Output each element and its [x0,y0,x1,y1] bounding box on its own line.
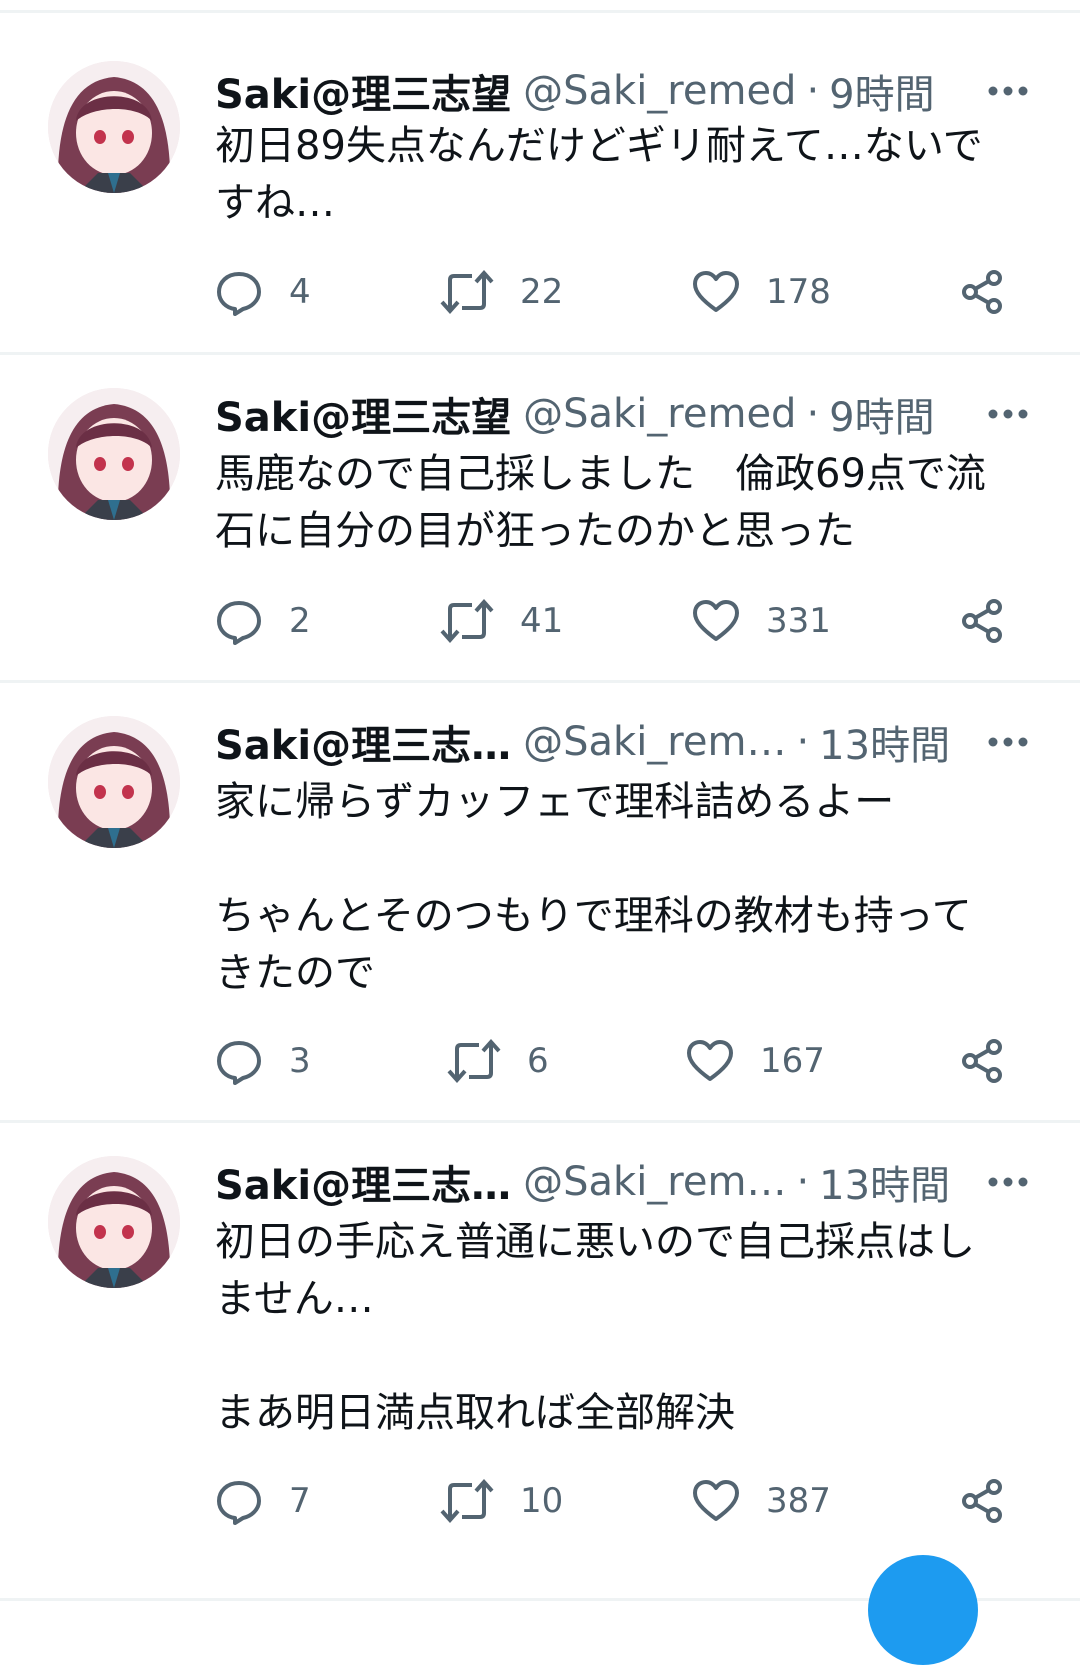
tweet-actions: 4 22 178 [215,262,1035,322]
share-button[interactable] [960,591,1004,651]
user-handle[interactable]: @Saki_remed [523,391,796,437]
like-count: 387 [766,1481,831,1521]
display-name[interactable]: Saki@理三志望 [215,385,511,443]
like-button[interactable]: 387 [692,1471,831,1531]
tweet-actions: 3 6 167 [215,1031,1035,1091]
retweet-count: 22 [520,272,564,312]
timestamp[interactable]: 9時間 [829,62,934,120]
tweet-text: 初日の手応え普通に悪いので自己採点はし ません… まあ明日満点取れば全部解決 [215,1219,975,1436]
reply-count: 3 [289,1041,311,1081]
like-count: 167 [760,1041,825,1081]
more-icon[interactable] [986,392,1030,436]
reply-button[interactable]: 4 [215,262,311,322]
share-icon [960,1038,1004,1084]
retweet-count: 41 [520,601,564,641]
heart-icon [692,1479,740,1523]
more-icon[interactable] [986,1160,1030,1204]
tweet-text: 初日89失点なんだけどギリ耐えて…ないで すね… [215,123,983,226]
tweet-actions: 2 41 331 [215,591,1035,651]
share-icon [960,1478,1004,1524]
tweet-header: Saki@理三志… @Saki_rem… · 13時間 [215,1152,1010,1212]
share-button[interactable] [960,1471,1004,1531]
user-handle[interactable]: @Saki_rem… [523,1159,786,1205]
retweet-button[interactable]: 22 [440,262,563,322]
display-name[interactable]: Saki@理三志… [215,1153,511,1211]
tweet-3[interactable]: Saki@理三志… @Saki_rem… · 13時間 家に帰らずカッフェで理科… [0,683,1080,1123]
retweet-count: 10 [520,1481,564,1521]
tweet-2[interactable]: Saki@理三志望 @Saki_remed · 9時間 馬鹿なので自己採しました… [0,355,1080,683]
reply-button[interactable]: 7 [215,1471,311,1531]
avatar[interactable] [48,388,180,520]
display-name[interactable]: Saki@理三志… [215,713,511,771]
like-button[interactable]: 331 [692,591,831,651]
reply-count: 7 [289,1481,311,1521]
reply-icon [215,1477,263,1525]
reply-button[interactable]: 3 [215,1031,311,1091]
tweet-text: 家に帰らずカッフェで理科詰めるよー ちゃんとそのつもりで理科の教材も持って きた… [215,779,972,996]
share-icon [960,269,1004,315]
compose-fab-button[interactable] [868,1555,978,1665]
retweet-icon [440,599,494,643]
tweet-header: Saki@理三志望 @Saki_remed · 9時間 [215,61,1010,121]
tweet-actions: 7 10 387 [215,1471,1035,1531]
separator-dot: · [796,1159,810,1205]
tweet-1[interactable]: Saki@理三志望 @Saki_remed · 9時間 初日89失点なんだけどギ… [0,13,1080,355]
timestamp[interactable]: 13時間 [819,1153,950,1211]
like-button[interactable]: 167 [686,1031,825,1091]
heart-icon [692,599,740,643]
timestamp[interactable]: 9時間 [829,385,934,443]
share-button[interactable] [960,1031,1004,1091]
display-name[interactable]: Saki@理三志望 [215,62,511,120]
retweet-button[interactable]: 6 [447,1031,549,1091]
retweet-button[interactable]: 10 [440,1471,563,1531]
reply-count: 2 [289,601,311,641]
user-handle[interactable]: @Saki_remed [523,68,796,114]
retweet-icon [447,1039,501,1083]
share-icon [960,598,1004,644]
heart-icon [686,1039,734,1083]
reply-icon [215,268,263,316]
reply-icon [215,597,263,645]
separator-dot: · [796,719,810,765]
like-button[interactable]: 178 [692,262,831,322]
tweet-4[interactable]: Saki@理三志… @Saki_rem… · 13時間 初日の手応え普通に悪いの… [0,1123,1080,1601]
reply-icon [215,1037,263,1085]
avatar[interactable] [48,716,180,848]
separator-dot: · [806,391,820,437]
heart-icon [692,270,740,314]
separator-dot: · [806,68,820,114]
avatar[interactable] [48,61,180,193]
share-button[interactable] [960,262,1004,322]
tweet-header: Saki@理三志… @Saki_rem… · 13時間 [215,712,1010,772]
tweet-header: Saki@理三志望 @Saki_remed · 9時間 [215,384,1010,444]
like-count: 178 [766,272,831,312]
retweet-icon [440,270,494,314]
retweet-button[interactable]: 41 [440,591,563,651]
user-handle[interactable]: @Saki_rem… [523,719,786,765]
timestamp[interactable]: 13時間 [819,713,950,771]
like-count: 331 [766,601,831,641]
reply-count: 4 [289,272,311,312]
retweet-icon [440,1479,494,1523]
more-icon[interactable] [986,720,1030,764]
tweet-text: 馬鹿なので自己採しました 倫政69点で流 石に自分の目が狂ったのかと思った [215,451,986,554]
avatar[interactable] [48,1156,180,1288]
more-icon[interactable] [986,69,1030,113]
retweet-count: 6 [527,1041,549,1081]
reply-button[interactable]: 2 [215,591,311,651]
